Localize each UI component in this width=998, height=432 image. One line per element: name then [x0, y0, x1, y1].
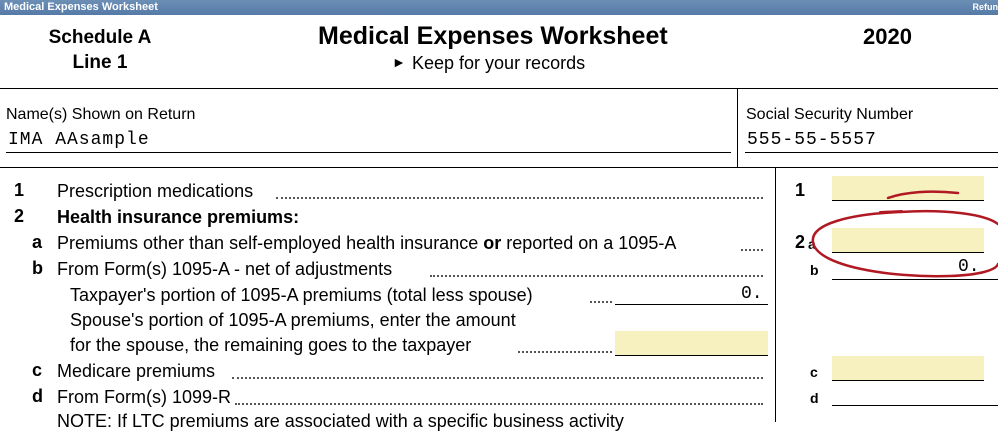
taxpayer-portion-value: 0. — [741, 284, 763, 304]
taxpayer-portion-leader — [590, 301, 612, 303]
page-title: Medical Expenses Worksheet — [318, 22, 668, 51]
line-2c-label: Medicare premiums — [57, 360, 215, 382]
line-2d-leader — [235, 403, 763, 405]
line-2d-ref: d — [810, 390, 819, 406]
line-2a-text-end: reported on a 1095-A — [501, 233, 676, 253]
line-2-label: Health insurance premiums: — [57, 206, 299, 228]
line-2a-text: Premiums other than self-employed health… — [57, 233, 483, 253]
spouse-portion-leader — [518, 351, 612, 353]
line-2a-leader — [741, 249, 763, 251]
annotation-scribble — [888, 192, 958, 198]
tax-year: 2020 — [863, 24, 912, 50]
line-1-label: Prescription medications — [57, 180, 253, 202]
window-title: Medical Expenses Worksheet — [4, 0, 158, 15]
line-2d-letter: d — [32, 386, 43, 407]
line-2a-label: Premiums other than self-employed health… — [57, 232, 676, 254]
line-2c-leader — [232, 377, 763, 379]
arrow-right-icon: ► — [392, 54, 406, 70]
name-field[interactable]: IMA AAsample — [8, 130, 150, 150]
line-2c-ref: c — [810, 364, 818, 380]
section-divider — [0, 167, 998, 168]
line-2a-letter: a — [32, 232, 42, 253]
line-2b-leader — [430, 275, 763, 277]
annotation-circle — [780, 180, 998, 290]
ssn-divider — [737, 88, 738, 168]
line-2-number: 2 — [14, 206, 24, 227]
header-divider — [0, 88, 998, 89]
ssn-field[interactable]: 555-55-5557 — [747, 130, 877, 150]
name-label: Name(s) Shown on Return — [6, 106, 195, 124]
line-2a-or: or — [483, 233, 501, 253]
spouse-portion-input[interactable] — [615, 331, 768, 356]
line-2d-label: From Form(s) 1099-R — [57, 386, 231, 408]
window-title-bar: Medical Expenses Worksheet Refun — [0, 0, 998, 15]
annotation-ellipse — [813, 211, 998, 276]
schedule-label: Schedule A — [0, 27, 200, 49]
column-divider — [775, 167, 776, 422]
ssn-label: Social Security Number — [746, 106, 913, 124]
schedule-line-label: Line 1 — [0, 52, 200, 74]
line-1-number: 1 — [14, 180, 24, 201]
name-underline — [6, 152, 731, 153]
line-2b-label: From Form(s) 1095-A - net of adjustments — [57, 258, 392, 280]
spouse-portion-label-2: for the spouse, the remaining goes to th… — [70, 334, 471, 356]
line-2c-input[interactable] — [832, 356, 984, 381]
refund-label: Refun — [973, 0, 998, 15]
page-subtitle: Keep for your records — [412, 53, 585, 74]
line-2d-input[interactable] — [832, 383, 998, 406]
line-1-leader — [276, 197, 763, 199]
spouse-portion-label-1: Spouse's portion of 1095-A premiums, ent… — [70, 309, 516, 331]
note-text: NOTE: If LTC premiums are associated wit… — [57, 410, 624, 432]
taxpayer-portion-label: Taxpayer's portion of 1095-A premiums (t… — [70, 284, 533, 306]
ssn-underline — [745, 152, 998, 153]
line-2b-letter: b — [32, 258, 43, 279]
line-2c-letter: c — [32, 360, 42, 381]
